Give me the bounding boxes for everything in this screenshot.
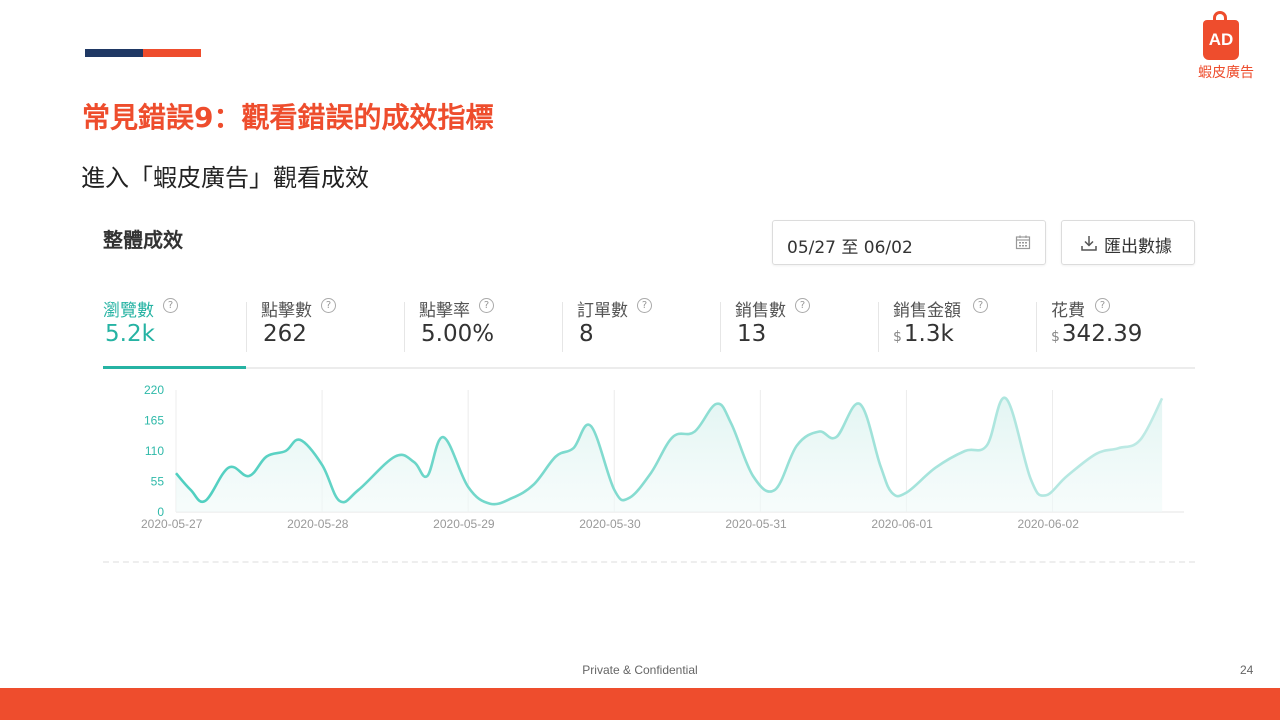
metric-value: $1.3k (893, 321, 954, 347)
metric-value: 5.00% (419, 321, 494, 347)
chart-x-tick-label: 2020-06-02 (1018, 517, 1080, 531)
metric-separator (404, 302, 405, 352)
metric-label: 點擊數 (261, 301, 312, 321)
metric-tab[interactable]: 銷售金額? $1.3k (878, 296, 1036, 356)
metric-separator (246, 302, 247, 352)
chart-x-tick-label: 2020-05-27 (141, 517, 203, 531)
download-icon (1081, 236, 1097, 251)
metric-label: 點擊率 (419, 301, 470, 321)
metric-tab-underline (103, 367, 1195, 369)
metric-currency: $ (1051, 329, 1060, 345)
metric-tab-active-indicator (103, 366, 246, 369)
metric-number: 13 (737, 321, 767, 347)
chart-x-tick-label: 2020-05-28 (287, 517, 349, 531)
chart-x-tick-label: 2020-05-29 (433, 517, 495, 531)
metric-label: 訂單數 (577, 301, 628, 321)
chart-x-tick-label: 2020-05-30 (579, 517, 641, 531)
metric-tab[interactable]: 訂單數? 8 (562, 296, 720, 356)
metric-label: 花費 (1051, 301, 1085, 321)
ad-bag-icon: AD (1203, 20, 1239, 60)
impressions-line-chart: 0551101652202020-05-27 2020-05-28 2020-05-… (141, 383, 1184, 531)
accent-bar-navy (85, 49, 143, 57)
metric-number: 262 (263, 321, 307, 347)
metric-separator (1036, 302, 1037, 352)
chart-y-tick-label: 220 (144, 383, 164, 397)
metric-value: 13 (735, 321, 766, 347)
metric-tab[interactable]: 銷售數? 13 (720, 296, 878, 356)
chart-y-tick-label: 110 (145, 444, 164, 458)
metric-currency: $ (893, 329, 902, 345)
metric-value: 262 (261, 321, 307, 347)
metric-tab[interactable]: 瀏覽數? 5.2k (103, 296, 261, 356)
export-data-label: 匯出數據 (1104, 237, 1172, 257)
metric-label: 銷售數 (735, 301, 786, 321)
help-circle-icon[interactable]: ? (1095, 298, 1110, 313)
chart-y-tick-label: 55 (151, 475, 165, 489)
metric-value: 5.2k (103, 321, 155, 347)
metric-number: 5.2k (105, 321, 155, 347)
help-circle-icon[interactable]: ? (321, 298, 336, 313)
metric-number: 342.39 (1061, 321, 1143, 347)
metric-separator (878, 302, 879, 352)
export-data-button[interactable]: 匯出數據 (1061, 220, 1195, 265)
help-circle-icon[interactable]: ? (637, 298, 652, 313)
slide-title: 常見錯誤9：觀看錯誤的成效指標 (82, 101, 494, 134)
metric-tab[interactable]: 花費? $342.39 (1036, 296, 1194, 356)
metric-label: 瀏覽數 (103, 301, 154, 321)
date-range-value: 05/27 至 06/02 (787, 238, 913, 258)
footer-bar (0, 688, 1280, 720)
page-number: 24 (1240, 663, 1254, 677)
chart-x-tick-label: 2020-06-01 (871, 517, 933, 531)
brand-logo: AD 蝦皮廣告 (1190, 10, 1262, 82)
metric-number: 8 (579, 321, 594, 347)
panel-title: 整體成效 (103, 228, 183, 252)
metric-value: 8 (577, 321, 594, 347)
date-range-picker[interactable]: 05/27 至 06/02 (772, 220, 1046, 265)
metric-number: 1.3k (903, 321, 954, 347)
metric-tab[interactable]: 點擊率? 5.00% (404, 296, 562, 356)
calendar-icon (1015, 235, 1031, 250)
metric-label: 銷售金額 (893, 301, 961, 321)
panel-bottom-divider (103, 561, 1195, 563)
metric-value: $342.39 (1051, 321, 1142, 347)
help-circle-icon[interactable]: ? (973, 298, 988, 313)
help-circle-icon[interactable]: ? (479, 298, 494, 313)
metric-separator (562, 302, 563, 352)
metric-tab[interactable]: 點擊數? 262 (246, 296, 404, 356)
footer-confidential: Private & Confidential (582, 663, 698, 677)
metric-number: 5.00% (421, 321, 495, 347)
brand-name: 蝦皮廣告 (1198, 65, 1254, 81)
chart-x-tick-label: 2020-05-31 (725, 517, 787, 531)
metric-separator (720, 302, 721, 352)
accent-bar-orange (143, 49, 201, 57)
help-circle-icon[interactable]: ? (795, 298, 810, 313)
slide-subtitle: 進入「蝦皮廣告」觀看成效 (81, 164, 369, 192)
help-circle-icon[interactable]: ? (163, 298, 178, 313)
chart-y-tick-label: 165 (144, 414, 164, 428)
